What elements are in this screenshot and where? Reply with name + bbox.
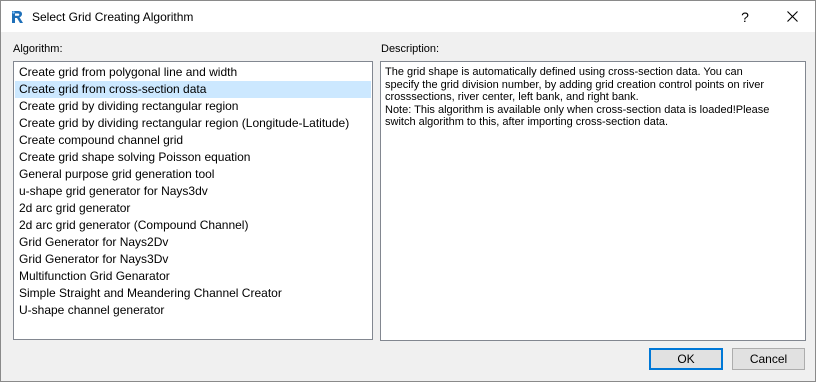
- ok-button[interactable]: OK: [649, 348, 723, 370]
- description-line: specify the grid division number, by add…: [385, 78, 765, 91]
- description-text: The grid shape is automatically defined …: [380, 61, 806, 341]
- description-line: crosssections, river center, left bank, …: [385, 91, 639, 103]
- list-item[interactable]: Grid Generator for Nays3Dv: [15, 251, 371, 268]
- list-item[interactable]: Create grid by dividing rectangular regi…: [15, 98, 371, 115]
- description-line: switch algorithm to this, after importin…: [385, 116, 669, 128]
- list-item[interactable]: Grid Generator for Nays2Dv: [15, 234, 371, 251]
- algorithm-list[interactable]: Create grid from polygonal line and widt…: [13, 61, 373, 340]
- list-item[interactable]: u-shape grid generator for Nays3dv: [15, 183, 371, 200]
- cancel-button[interactable]: Cancel: [732, 348, 805, 370]
- list-item[interactable]: Simple Straight and Meandering Channel C…: [15, 285, 371, 302]
- app-icon: [10, 10, 24, 24]
- list-item[interactable]: Create grid from polygonal line and widt…: [15, 64, 371, 81]
- list-item[interactable]: Create compound channel grid: [15, 132, 371, 149]
- description-line: The grid shape is automatically defined …: [385, 66, 743, 78]
- close-icon: [786, 11, 798, 22]
- dialog-window: Select Grid Creating Algorithm ? Algorit…: [0, 0, 816, 382]
- list-item[interactable]: Create grid by dividing rectangular regi…: [15, 115, 371, 132]
- list-item[interactable]: U-shape channel generator: [15, 302, 371, 319]
- list-item[interactable]: 2d arc grid generator: [15, 200, 371, 217]
- help-button[interactable]: ?: [722, 1, 768, 32]
- description-line: Note: This algorithm is available only w…: [385, 103, 770, 116]
- window-title: Select Grid Creating Algorithm: [32, 10, 194, 24]
- list-item[interactable]: Create grid from cross-section data: [15, 81, 371, 98]
- title-bar[interactable]: Select Grid Creating Algorithm ?: [1, 1, 815, 32]
- list-item[interactable]: Multifunction Grid Genarator: [15, 268, 371, 285]
- list-item[interactable]: Create grid shape solving Poisson equati…: [15, 149, 371, 166]
- description-label: Description:: [381, 43, 440, 55]
- algorithm-label: Algorithm:: [13, 43, 63, 55]
- list-item[interactable]: General purpose grid generation tool: [15, 166, 371, 183]
- close-button[interactable]: [769, 1, 815, 32]
- list-item[interactable]: 2d arc grid generator (Compound Channel): [15, 217, 371, 234]
